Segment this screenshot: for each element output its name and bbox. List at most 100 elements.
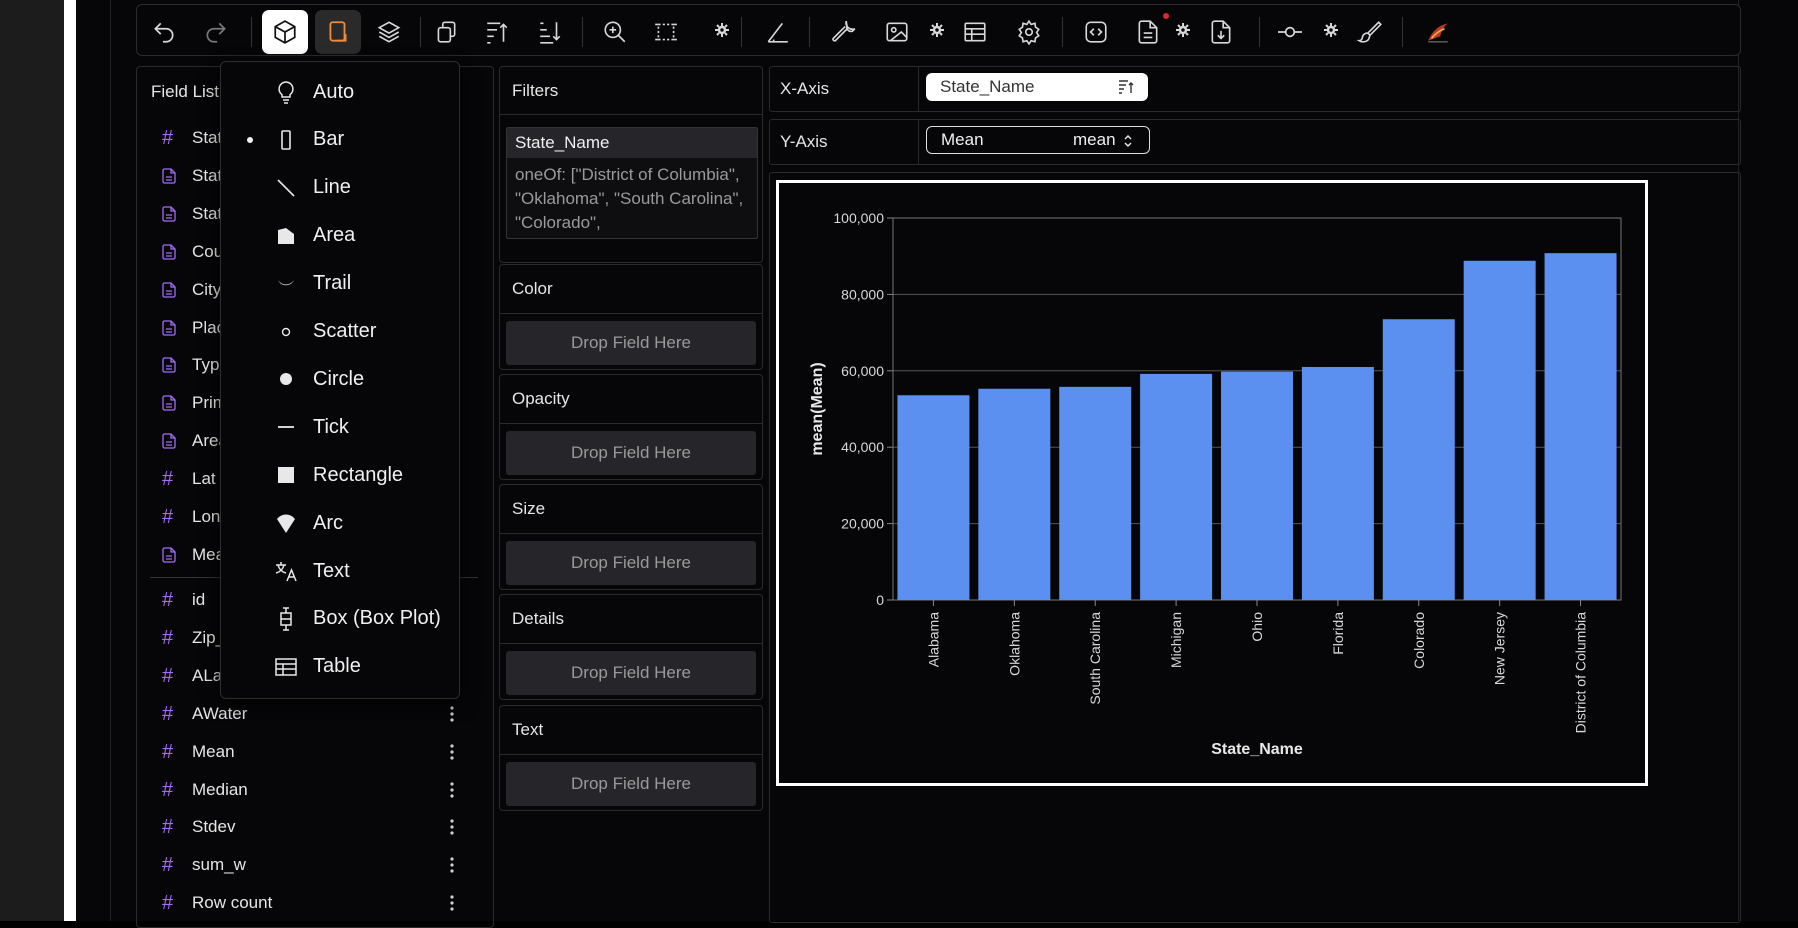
- filter-item[interactable]: State_Name oneOf: ["District of Columbia…: [506, 127, 758, 239]
- mark-option-label: Arc: [313, 511, 343, 534]
- cube-icon[interactable]: [262, 10, 308, 54]
- download-icon[interactable]: [1198, 10, 1244, 54]
- sort-descending-icon[interactable]: [527, 10, 573, 54]
- lightbulb-icon: [273, 79, 299, 105]
- mark-option-area[interactable]: Area: [221, 214, 459, 258]
- gear-icon[interactable]: [1323, 22, 1339, 38]
- x-axis-title: State_Name: [1211, 741, 1303, 758]
- more-options-icon[interactable]: [446, 742, 458, 762]
- more-options-icon[interactable]: [446, 704, 458, 724]
- commit-icon[interactable]: [1267, 10, 1313, 54]
- filters-panel: Filters State_Name oneOf: ["District of …: [499, 66, 763, 263]
- y-tick-label: 20,000: [841, 516, 884, 532]
- mark-option-trail[interactable]: Trail: [221, 262, 459, 306]
- measure-item[interactable]: # Median: [162, 775, 248, 805]
- more-options-icon[interactable]: [446, 780, 458, 800]
- logo-icon[interactable]: [1415, 10, 1461, 54]
- measure-label: sum_w: [192, 855, 246, 874]
- wrench-icon[interactable]: [821, 10, 867, 54]
- image-icon[interactable]: [874, 10, 920, 54]
- measure-item[interactable]: # sum_w: [162, 850, 246, 880]
- aggregate-select[interactable]: mean: [1073, 130, 1116, 150]
- redo-icon[interactable]: [193, 10, 239, 54]
- transpose-icon[interactable]: [423, 10, 469, 54]
- mark-type-icon[interactable]: [315, 10, 361, 54]
- field-item[interactable]: Plac: [162, 313, 225, 343]
- mark-option-arc[interactable]: Arc: [221, 501, 459, 545]
- text-drop-zone[interactable]: Drop Field Here: [506, 762, 756, 806]
- field-item[interactable]: # Lat: [162, 464, 216, 494]
- sort-ascending-icon[interactable]: [474, 10, 520, 54]
- details-title: Details: [512, 609, 564, 628]
- mark-option-auto[interactable]: Auto: [221, 70, 459, 114]
- measure-item[interactable]: # Zip_: [162, 623, 225, 653]
- mark-option-text[interactable]: Text: [221, 549, 459, 593]
- chevron-updown-icon[interactable]: [1123, 135, 1133, 147]
- measure-item[interactable]: # id: [162, 585, 205, 615]
- code-icon[interactable]: [1073, 10, 1119, 54]
- details-panel: Details Drop Field Here: [499, 594, 763, 700]
- field-item[interactable]: Area: [162, 426, 228, 456]
- axes-icon[interactable]: [755, 10, 801, 54]
- field-item[interactable]: Type: [162, 350, 229, 380]
- area-icon: [273, 223, 299, 249]
- y-tick-label: 0: [876, 592, 884, 608]
- mark-option-label: Area: [313, 224, 356, 247]
- mark-option-label: Auto: [313, 80, 355, 103]
- rectangle-icon: [273, 462, 299, 488]
- mark-option-tick[interactable]: Tick: [221, 405, 459, 449]
- x-tick-label: Colorado: [1411, 612, 1427, 669]
- mark-option-line[interactable]: Line: [221, 166, 459, 210]
- text-field-icon: [162, 282, 186, 298]
- brush-icon[interactable]: [1347, 10, 1393, 54]
- mark-option-table[interactable]: Table: [221, 645, 459, 689]
- filters-title: Filters: [512, 81, 559, 100]
- y-axis-field-pill[interactable]: Mean mean: [926, 126, 1150, 154]
- gear-icon[interactable]: [1175, 22, 1191, 38]
- gear-icon[interactable]: [714, 22, 730, 38]
- more-options-icon[interactable]: [446, 817, 458, 837]
- undo-icon[interactable]: [141, 10, 187, 54]
- gear-icon[interactable]: [929, 22, 945, 38]
- measure-item[interactable]: # Mean: [162, 737, 235, 767]
- mark-option-rectangle[interactable]: Rectangle: [221, 453, 459, 497]
- measure-item[interactable]: # Row count: [162, 888, 272, 918]
- layers-icon[interactable]: [366, 10, 412, 54]
- filter-field-name: State_Name: [507, 128, 757, 158]
- size-panel: Size Drop Field Here: [499, 484, 763, 590]
- mark-option-circle[interactable]: Circle: [221, 357, 459, 401]
- sort-icon[interactable]: [1118, 80, 1134, 94]
- separator: [809, 17, 810, 47]
- size-title: Size: [512, 499, 546, 518]
- zoom-icon[interactable]: [592, 10, 638, 54]
- x-axis-field-pill[interactable]: State_Name: [926, 73, 1148, 101]
- line-icon: [273, 175, 299, 201]
- number-field-icon: #: [162, 626, 174, 649]
- x-tick-label: Ohio: [1249, 612, 1265, 642]
- more-options-icon[interactable]: [446, 893, 458, 913]
- chart-frame: 0 20,000 40,000 60,000 80,000 100,000 Alabama O…: [776, 180, 1648, 786]
- number-field-icon: #: [162, 815, 174, 838]
- measure-item[interactable]: # AWater: [162, 699, 247, 729]
- details-drop-zone[interactable]: Drop Field Here: [506, 651, 756, 695]
- measure-label: Median: [192, 780, 248, 799]
- color-drop-zone[interactable]: Drop Field Here: [506, 321, 756, 365]
- mark-option-box-box-plot[interactable]: Box (Box Plot): [221, 597, 459, 641]
- size-drop-zone[interactable]: Drop Field Here: [506, 541, 756, 585]
- circle-icon: [273, 366, 299, 392]
- measure-item[interactable]: # Stdev: [162, 812, 235, 842]
- field-item[interactable]: City: [162, 275, 221, 305]
- more-options-icon[interactable]: [446, 855, 458, 875]
- divider: [500, 423, 762, 424]
- field-item[interactable]: Cou: [162, 237, 223, 267]
- resize-icon[interactable]: [643, 10, 689, 54]
- separator: [251, 17, 252, 47]
- mark-option-bar[interactable]: Bar: [221, 118, 459, 162]
- field-item[interactable]: # Lon: [162, 502, 220, 532]
- field-item[interactable]: Mea: [162, 540, 225, 570]
- mark-option-scatter[interactable]: Scatter: [221, 310, 459, 354]
- field-item[interactable]: Prim: [162, 388, 227, 418]
- table-icon[interactable]: [952, 10, 998, 54]
- gear-icon[interactable]: [1006, 10, 1052, 54]
- opacity-drop-zone[interactable]: Drop Field Here: [506, 431, 756, 475]
